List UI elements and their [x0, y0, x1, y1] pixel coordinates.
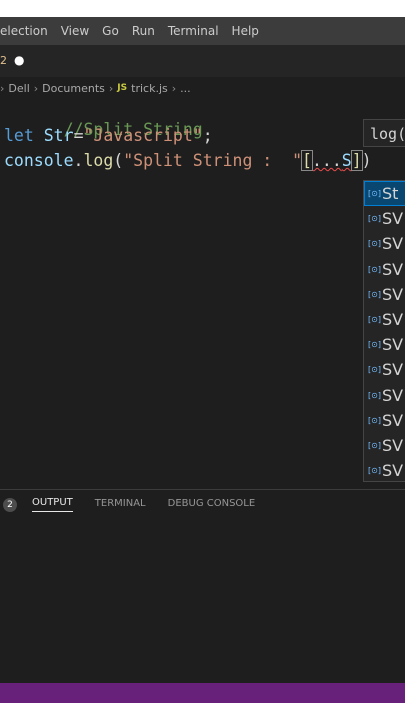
- suggestion-item[interactable]: [⊙] SV: [364, 408, 405, 433]
- code-spread: ...: [311, 151, 342, 170]
- suggestion-label: SV: [382, 335, 404, 355]
- variable-icon: [⊙]: [368, 289, 381, 299]
- code-string: "Javascript": [83, 126, 203, 145]
- menu-help[interactable]: Help: [226, 24, 266, 38]
- code-operator: =: [73, 126, 84, 145]
- code-paren: (: [113, 151, 124, 170]
- variable-icon: [⊙]: [368, 440, 381, 450]
- suggestion-item[interactable]: [⊙] SV: [364, 458, 405, 481]
- variable-icon: [⊙]: [368, 239, 381, 249]
- suggestion-label: St: [382, 184, 399, 204]
- suggestion-item[interactable]: [⊙] St: [364, 181, 405, 207]
- tab-output[interactable]: OUTPUT: [32, 497, 73, 512]
- code-function: log: [83, 151, 114, 170]
- menu-terminal[interactable]: Terminal: [162, 24, 226, 38]
- suggestion-label: SV: [382, 360, 404, 380]
- suggestion-label: SV: [382, 209, 404, 229]
- unsaved-dot-icon[interactable]: ●: [14, 53, 24, 67]
- breadcrumb-separator: ›: [0, 81, 5, 95]
- code-identifier-typing: S: [341, 151, 352, 170]
- suggestion-item[interactable]: [⊙] SV: [364, 357, 405, 382]
- suggestion-item[interactable]: [⊙] SV: [364, 307, 405, 332]
- code-identifier: Str: [43, 126, 74, 145]
- suggestion-item[interactable]: [⊙] SV: [364, 282, 405, 307]
- suggestion-item[interactable]: [⊙] SV: [364, 332, 405, 357]
- menu-go[interactable]: Go: [96, 24, 126, 38]
- suggestion-item[interactable]: [⊙] SV: [364, 383, 405, 408]
- code-bracket: [: [301, 150, 313, 171]
- parameter-hint: log(: [363, 119, 405, 147]
- menu-run[interactable]: Run: [126, 24, 162, 38]
- suggestion-item[interactable]: [⊙] SV: [364, 433, 405, 458]
- suggestion-item[interactable]: [⊙] SV: [364, 206, 405, 231]
- menu-bar: election View Go Run Terminal Help: [0, 17, 405, 45]
- breadcrumb: › Dell › Documents › JS trick.js › ...: [0, 79, 191, 97]
- variable-icon: [⊙]: [368, 264, 381, 274]
- code-editor[interactable]: //Split String let Str="Javascript"; con…: [0, 99, 405, 489]
- variable-icon: [⊙]: [368, 214, 381, 224]
- variable-icon: [⊙]: [368, 415, 381, 425]
- code-line-3[interactable]: console.log("Split String : "[...S]): [4, 150, 372, 171]
- tab-terminal[interactable]: TERMINAL: [95, 498, 146, 512]
- suggestion-label: SV: [382, 410, 404, 430]
- code-keyword: let: [4, 126, 34, 145]
- vscode-window: election View Go Run Terminal Help 2 ● ›…: [0, 17, 405, 703]
- code-semicolon: ;: [202, 126, 213, 145]
- tab-problem-count[interactable]: 2: [0, 54, 7, 67]
- variable-icon: [⊙]: [368, 466, 381, 476]
- suggestion-label: SV: [382, 435, 404, 455]
- variable-icon: [⊙]: [368, 315, 381, 325]
- suggestion-label: SV: [382, 234, 404, 254]
- variable-icon: [⊙]: [368, 189, 381, 199]
- code-line-2[interactable]: let Str="Javascript";: [4, 126, 213, 145]
- code-string: "Split String : ": [123, 151, 303, 170]
- suggestion-label: SV: [382, 284, 404, 304]
- breadcrumb-item-documents[interactable]: Documents: [42, 82, 105, 95]
- panel-tab-bar: 2 OUTPUT TERMINAL DEBUG CONSOLE: [0, 497, 277, 512]
- breadcrumb-item-more[interactable]: ...: [180, 82, 191, 95]
- breadcrumb-separator: ›: [33, 81, 39, 95]
- status-bar: [0, 683, 405, 703]
- bottom-panel: 2 OUTPUT TERMINAL DEBUG CONSOLE: [0, 489, 405, 684]
- variable-icon: [⊙]: [368, 340, 381, 350]
- suggestion-label: SV: [382, 310, 404, 330]
- menu-view[interactable]: View: [55, 24, 96, 38]
- breadcrumb-item-file[interactable]: trick.js: [131, 82, 168, 95]
- variable-icon: [⊙]: [368, 365, 381, 375]
- editor-tab-bar: 2 ●: [0, 45, 405, 77]
- code-identifier: console: [4, 151, 74, 170]
- problems-count-badge[interactable]: 2: [3, 497, 17, 512]
- js-file-icon: JS: [117, 83, 128, 93]
- code-bracket: ]: [350, 150, 363, 171]
- code-paren: ): [361, 151, 372, 170]
- tab-debug-console[interactable]: DEBUG CONSOLE: [168, 498, 256, 512]
- variable-icon: [⊙]: [368, 390, 381, 400]
- suggestion-label: SV: [382, 259, 404, 279]
- breadcrumb-item-dell[interactable]: Dell: [8, 82, 29, 95]
- breadcrumb-separator: ›: [108, 81, 114, 95]
- breadcrumb-separator: ›: [171, 81, 177, 95]
- suggestion-item[interactable]: [⊙] SV: [364, 231, 405, 256]
- menu-selection[interactable]: election: [0, 24, 55, 38]
- suggestion-label: SV: [382, 461, 404, 481]
- suggestion-widget[interactable]: [⊙] St [⊙] SV [⊙] SV [⊙] SV [⊙] SV [⊙] SV [⊙] S…: [363, 180, 405, 482]
- suggestion-label: SV: [382, 385, 404, 405]
- suggestion-item[interactable]: [⊙] SV: [364, 257, 405, 282]
- code-dot: .: [73, 151, 84, 170]
